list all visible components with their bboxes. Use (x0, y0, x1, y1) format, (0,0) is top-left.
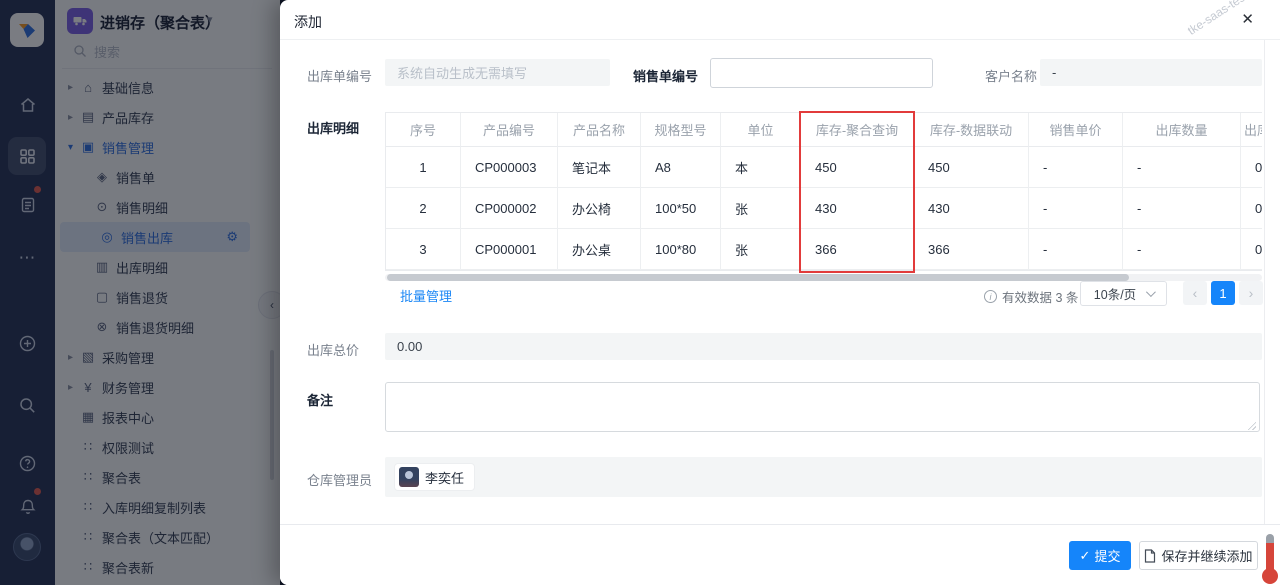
col-header: 规格型号 (641, 113, 721, 147)
table-header-row: 序号 产品编号 产品名称 规格型号 单位 库存-聚合查询 库存-数据联动 销售单… (386, 113, 1262, 147)
total-price-field: 0.00 (385, 333, 1262, 360)
sales-no-label: 销售单编号 (633, 66, 698, 85)
drawer-title: 添加 (294, 12, 322, 32)
remark-textarea[interactable] (385, 382, 1260, 432)
detail-label: 出库明细 (307, 118, 359, 137)
batch-manage-link[interactable]: 批量管理 (400, 286, 452, 305)
col-header: 序号 (386, 113, 461, 147)
scrollbar-thumb[interactable] (387, 274, 1129, 281)
current-page-button[interactable]: 1 (1211, 281, 1235, 305)
sales-no-input[interactable] (710, 58, 933, 88)
page-size-select[interactable]: 10条/页 (1080, 281, 1167, 306)
modal-backdrop (0, 0, 280, 585)
col-header: 销售单价 (1029, 113, 1123, 147)
customer-field: - (1040, 59, 1262, 86)
save-and-continue-button[interactable]: 保存并继续添加 (1139, 541, 1258, 570)
col-header: 产品编号 (461, 113, 558, 147)
manager-label: 仓库管理员 (307, 470, 372, 489)
col-header: 库存-数据联动 (914, 113, 1029, 147)
table-row[interactable]: 1 CP000003 笔记本 A8 本 450 450 - - 0 (386, 147, 1262, 188)
submit-button[interactable]: ✓ 提交 (1069, 541, 1131, 570)
chevron-down-icon (1146, 287, 1156, 297)
customer-label: 客户名称 (985, 66, 1037, 85)
table-row[interactable]: 3 CP000001 办公桌 100*80 张 366 366 - - 0 (386, 229, 1262, 270)
detail-table: 序号 产品编号 产品名称 规格型号 单位 库存-聚合查询 库存-数据联动 销售单… (385, 112, 1262, 273)
col-header: 单位 (721, 113, 801, 147)
table-row[interactable]: 2 CP000002 办公椅 100*50 张 430 430 - - 0 (386, 188, 1262, 229)
next-page-button: › (1239, 281, 1263, 305)
drawer-vertical-scrollbar[interactable] (1264, 40, 1280, 524)
col-header-highlighted: 库存-聚合查询 (801, 113, 914, 147)
manager-field[interactable]: 李奕任 (385, 457, 1262, 497)
document-icon (1144, 549, 1156, 563)
thermometer-indicator (1262, 534, 1278, 584)
member-chip[interactable]: 李奕任 (395, 464, 474, 490)
table-horizontal-scrollbar[interactable] (385, 274, 1262, 281)
col-header: 出库 (1241, 113, 1262, 147)
valid-data-info: i 有效数据 3 条 (984, 287, 1078, 306)
info-icon: i (984, 290, 997, 303)
outbound-no-field: 系统自动生成无需填写 (385, 59, 610, 86)
check-icon: ✓ (1080, 548, 1091, 564)
member-name: 李奕任 (425, 468, 464, 487)
col-header: 产品名称 (558, 113, 641, 147)
prev-page-button: ‹ (1183, 281, 1207, 305)
col-header: 出库数量 (1123, 113, 1241, 147)
total-price-label: 出库总价 (307, 340, 359, 359)
add-record-drawer: 添加 ✕ tke-saas-test 出库单编号 系统自动生成无需填写 销售单编… (280, 0, 1280, 585)
close-icon[interactable]: ✕ (1241, 10, 1254, 28)
member-avatar (399, 467, 419, 487)
drawer-footer: ✓ 提交 保存并继续添加 (280, 524, 1280, 585)
drawer-header: 添加 ✕ (280, 0, 1280, 40)
remark-label: 备注 (307, 390, 333, 409)
outbound-no-label: 出库单编号 (307, 66, 372, 85)
